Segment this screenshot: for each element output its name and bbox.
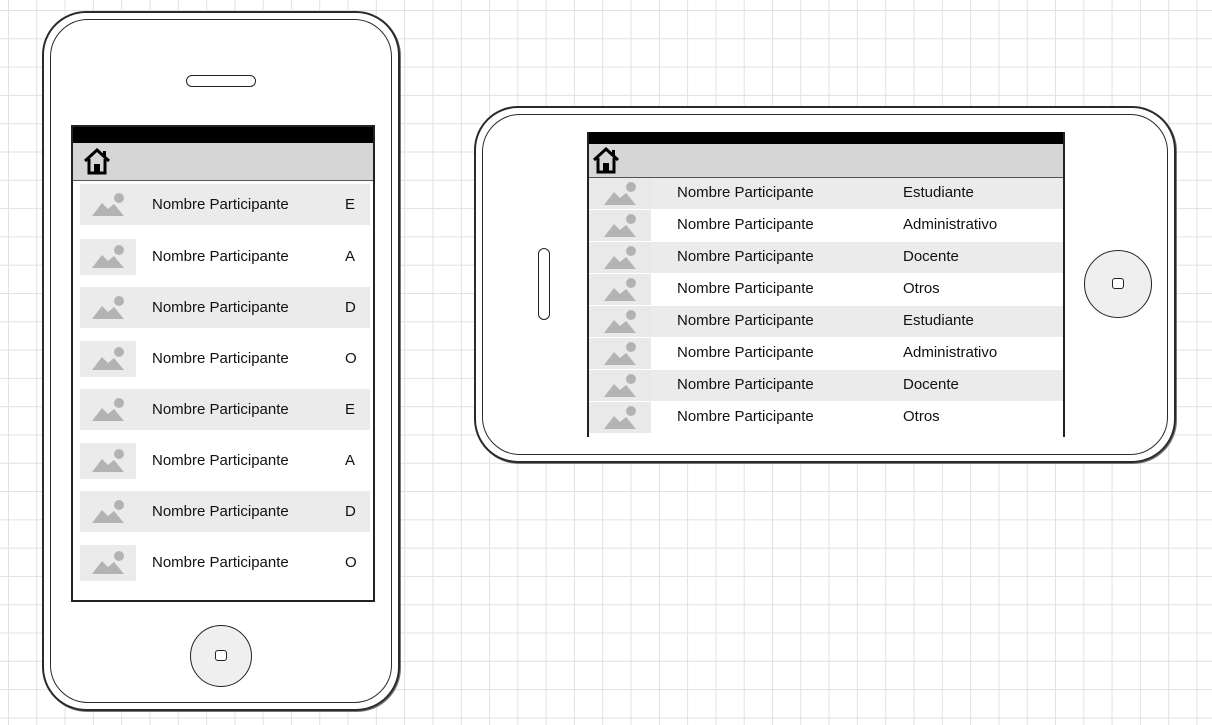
- image-placeholder-icon: [604, 213, 636, 237]
- image-placeholder-icon: [604, 181, 636, 205]
- status-bar: [73, 127, 373, 143]
- device-home-button[interactable]: [1084, 250, 1152, 318]
- image-placeholder-icon: [604, 309, 636, 333]
- participant-thumbnail: [80, 544, 136, 581]
- list-item[interactable]: Nombre Participante E: [80, 389, 370, 430]
- participant-role: Docente: [903, 248, 959, 265]
- participant-name: Nombre Participante: [152, 299, 289, 316]
- participant-role: A: [345, 452, 356, 469]
- participant-name: Nombre Participante: [152, 452, 289, 469]
- home-icon[interactable]: [82, 146, 112, 176]
- image-placeholder-icon: [604, 341, 636, 365]
- participant-name: Nombre Participante: [677, 408, 814, 425]
- speaker-icon: [186, 75, 256, 87]
- participant-role: D: [345, 503, 356, 520]
- list-item[interactable]: Nombre Participante Administrativo: [589, 338, 1063, 369]
- landscape-screen: Nombre Participante Estudiante Nombre Pa…: [587, 132, 1065, 437]
- image-placeholder-icon: [92, 295, 124, 319]
- image-placeholder-icon: [92, 346, 124, 370]
- home-icon[interactable]: [591, 145, 621, 175]
- list-item[interactable]: Nombre Participante E: [80, 184, 370, 225]
- image-placeholder-icon: [604, 405, 636, 429]
- status-bar: [589, 132, 1063, 144]
- participant-role: O: [345, 350, 357, 367]
- participant-thumbnail: [589, 370, 651, 401]
- image-placeholder-icon: [92, 192, 124, 216]
- nav-bar: [589, 144, 1063, 178]
- participant-thumbnail: [589, 242, 651, 273]
- participant-name: Nombre Participante: [677, 184, 814, 201]
- participant-name: Nombre Participante: [677, 344, 814, 361]
- participant-name: Nombre Participante: [677, 216, 814, 233]
- participant-name: Nombre Participante: [152, 401, 289, 418]
- participant-thumbnail: [589, 402, 651, 433]
- image-placeholder-icon: [92, 448, 124, 472]
- participant-name: Nombre Participante: [677, 280, 814, 297]
- list-item[interactable]: Nombre Participante Estudiante: [589, 178, 1063, 209]
- list-item[interactable]: Nombre Participante D: [80, 491, 370, 532]
- participant-name: Nombre Participante: [677, 376, 814, 393]
- participant-thumbnail: [589, 274, 651, 305]
- participant-name: Nombre Participante: [152, 248, 289, 265]
- participant-thumbnail: [589, 178, 651, 209]
- image-placeholder-icon: [92, 550, 124, 574]
- participant-role: Administrativo: [903, 216, 998, 233]
- participant-role: Docente: [903, 376, 959, 393]
- participant-thumbnail: [80, 187, 136, 223]
- list-item[interactable]: Nombre Participante O: [80, 542, 370, 583]
- participant-thumbnail: [80, 442, 136, 479]
- home-button-icon: [1112, 278, 1124, 289]
- participant-role: E: [345, 196, 356, 213]
- participant-name: Nombre Participante: [152, 503, 289, 520]
- participant-role: Estudiante: [903, 312, 974, 329]
- device-home-button[interactable]: [190, 625, 252, 687]
- participant-role: D: [345, 299, 356, 316]
- participant-name: Nombre Participante: [152, 196, 289, 213]
- participant-name: Nombre Participante: [677, 312, 814, 329]
- list-item[interactable]: Nombre Participante Otros: [589, 402, 1063, 433]
- participant-thumbnail: [80, 392, 136, 428]
- list-item[interactable]: Nombre Participante Docente: [589, 242, 1063, 273]
- list-item[interactable]: Nombre Participante A: [80, 236, 370, 277]
- participant-thumbnail: [80, 494, 136, 530]
- list-item[interactable]: Nombre Participante D: [80, 287, 370, 328]
- participant-name: Nombre Participante: [152, 350, 289, 367]
- home-button-icon: [215, 650, 227, 661]
- list-item[interactable]: Nombre Participante A: [80, 440, 370, 481]
- participant-thumbnail: [589, 210, 651, 241]
- participant-role: Otros: [903, 408, 940, 425]
- image-placeholder-icon: [92, 397, 124, 421]
- list-item[interactable]: Nombre Participante Administrativo: [589, 210, 1063, 241]
- participant-role: Administrativo: [903, 344, 998, 361]
- participant-thumbnail: [589, 338, 651, 369]
- portrait-screen: Nombre Participante E Nombre Participant…: [71, 125, 375, 602]
- participant-role: Otros: [903, 280, 940, 297]
- speaker-icon: [538, 248, 550, 320]
- image-placeholder-icon: [604, 245, 636, 269]
- participant-role: A: [345, 248, 356, 265]
- participant-thumbnail: [80, 290, 136, 326]
- list-item[interactable]: Nombre Participante Estudiante: [589, 306, 1063, 337]
- participant-thumbnail: [80, 340, 136, 377]
- participant-role: E: [345, 401, 356, 418]
- list-item[interactable]: Nombre Participante Otros: [589, 274, 1063, 305]
- list-item[interactable]: Nombre Participante O: [80, 338, 370, 379]
- list-item[interactable]: Nombre Participante Docente: [589, 370, 1063, 401]
- image-placeholder-icon: [604, 277, 636, 301]
- nav-bar: [73, 143, 373, 181]
- participant-thumbnail: [80, 238, 136, 275]
- participant-role: Estudiante: [903, 184, 974, 201]
- participant-role: O: [345, 554, 357, 571]
- participant-thumbnail: [589, 306, 651, 337]
- image-placeholder-icon: [92, 499, 124, 523]
- image-placeholder-icon: [604, 373, 636, 397]
- participant-name: Nombre Participante: [677, 248, 814, 265]
- participant-name: Nombre Participante: [152, 554, 289, 571]
- image-placeholder-icon: [92, 244, 124, 268]
